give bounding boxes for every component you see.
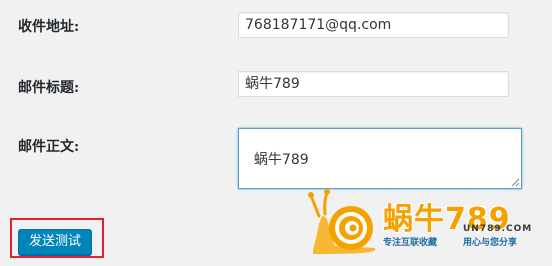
subject-input[interactable]: 蜗牛789 xyxy=(238,71,509,97)
watermark-logo: 蜗牛789 UN789.COM 专注互联收藏 用心与您分享 xyxy=(305,188,545,260)
subject-label: 邮件标题: xyxy=(18,80,80,96)
watermark-url: UN789.COM xyxy=(463,224,533,234)
watermark-slogan-left: 专注互联收藏 xyxy=(383,238,438,248)
body-label: 邮件正文: xyxy=(18,139,80,155)
watermark-slogan-right: 用心与您分享 xyxy=(463,238,518,248)
body-text: 蜗牛789 xyxy=(253,152,309,168)
recipient-email-input[interactable]: 768187171@qq.com xyxy=(238,12,509,38)
snail-icon xyxy=(308,189,376,254)
recipient-label: 收件地址: xyxy=(18,19,80,35)
resize-grip-icon[interactable] xyxy=(511,178,520,187)
send-test-button[interactable]: 发送测试 xyxy=(18,229,92,255)
body-textarea[interactable]: 蜗牛789 xyxy=(238,128,522,189)
